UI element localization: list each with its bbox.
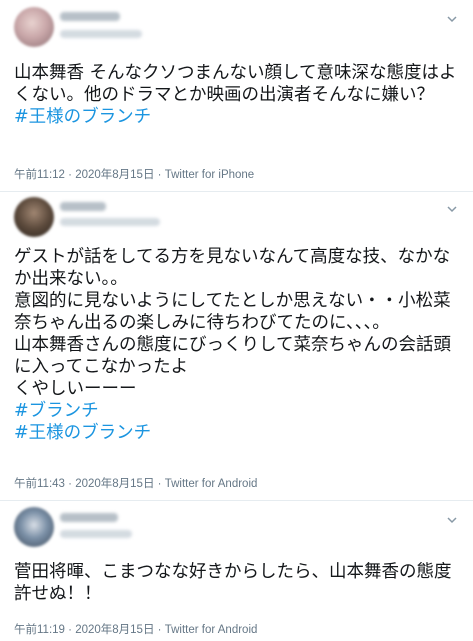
display-name-blurred[interactable] (60, 202, 106, 211)
user-handle-blurred[interactable] (60, 30, 142, 38)
hashtag-link[interactable]: #王様のブランチ (14, 422, 459, 444)
tweet-date[interactable]: 2020年8月15日 (75, 624, 154, 636)
meta-separator: · (157, 624, 162, 636)
tweet-2: ゲストが話をしてる方を見ないなんて高度な技、なかなか出来ない。。 意図的に見ない… (0, 192, 473, 499)
user-handle-blurred[interactable] (60, 530, 132, 538)
meta-separator: · (68, 624, 72, 636)
hashtag-link[interactable]: #王様のブランチ (14, 106, 459, 128)
chevron-down-icon[interactable] (447, 204, 457, 214)
user-handle-blurred[interactable] (60, 218, 160, 226)
chevron-down-icon[interactable] (447, 515, 457, 525)
tweet-3: 菅田将暉、こまつなな好きからしたら、山本舞香の態度許せぬ！！ 午前11:19 ·… (0, 501, 473, 641)
tweet-text: 菅田将暉、こまつなな好きからしたら、山本舞香の態度許せぬ！！ (14, 562, 452, 604)
meta-separator: · (68, 478, 72, 490)
tweet-date[interactable]: 2020年8月15日 (75, 478, 154, 490)
avatar[interactable] (14, 197, 54, 237)
tweet-meta: 午前11:12 · 2020年8月15日 · Twitter for iPhon… (14, 166, 254, 182)
tweet-time[interactable]: 午前11:19 (14, 624, 65, 636)
tweet-meta: 午前11:43 · 2020年8月15日 · Twitter for Andro… (14, 475, 257, 491)
chevron-down-icon[interactable] (447, 14, 457, 24)
tweet-time[interactable]: 午前11:43 (14, 478, 65, 490)
tweet-source[interactable]: Twitter for Android (165, 478, 258, 490)
tweet-1: 山本舞香 そんなクソつまんない顔して意味深な態度はよくない。他のドラマとか映画の… (0, 0, 473, 190)
tweet-date[interactable]: 2020年8月15日 (75, 169, 154, 181)
meta-separator: · (157, 169, 162, 181)
display-name-blurred[interactable] (60, 12, 120, 21)
tweet-source[interactable]: Twitter for Android (165, 624, 258, 636)
tweet-time[interactable]: 午前11:12 (14, 169, 65, 181)
avatar[interactable] (14, 7, 54, 47)
tweet-meta: 午前11:19 · 2020年8月15日 · Twitter for Andro… (14, 621, 257, 637)
meta-separator: · (68, 169, 72, 181)
tweet-source[interactable]: Twitter for iPhone (165, 169, 254, 181)
tweet-text: ゲストが話をしてる方を見ないなんて高度な技、なかなか出来ない。。 意図的に見ない… (14, 246, 459, 444)
tweet-text: 山本舞香 そんなクソつまんない顔して意味深な態度はよくない。他のドラマとか映画の… (14, 62, 459, 128)
display-name-blurred[interactable] (60, 513, 118, 522)
meta-separator: · (157, 478, 162, 490)
avatar[interactable] (14, 507, 54, 547)
hashtag-link[interactable]: #ブランチ (14, 400, 459, 422)
